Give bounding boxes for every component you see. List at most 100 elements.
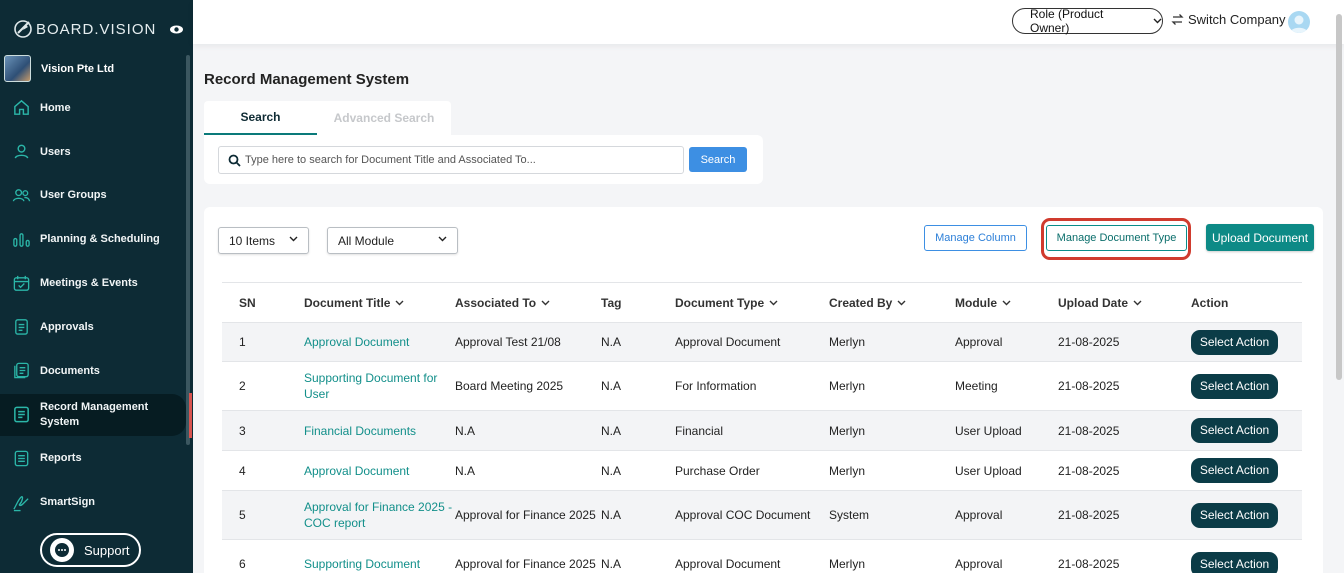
logo-text: BOARD.VISION <box>36 20 157 38</box>
col-associated-to[interactable]: Associated To <box>455 282 601 323</box>
module-select[interactable]: All Module <box>327 227 458 254</box>
sidebar-scrollbar[interactable] <box>186 55 190 445</box>
search-placeholder: Type here to search for Document Title a… <box>245 154 536 166</box>
search-input[interactable]: Type here to search for Document Title a… <box>218 146 684 174</box>
sidebar-item-documents[interactable]: Documents <box>0 349 186 393</box>
support-button[interactable]: Support <box>40 533 141 567</box>
col-module[interactable]: Module <box>955 282 1058 323</box>
cell-module: Approval <box>955 322 1058 362</box>
select-action-button[interactable]: Select Action <box>1191 418 1278 443</box>
select-action-button[interactable]: Select Action <box>1191 458 1278 483</box>
select-action-button[interactable]: Select Action <box>1191 373 1278 399</box>
sidebar-item-reports[interactable]: Reports <box>0 437 186 481</box>
col-upload-date[interactable]: Upload Date <box>1058 282 1191 323</box>
clipboard-icon <box>15 319 28 336</box>
select-action-button[interactable]: Select Action <box>1191 329 1278 355</box>
col-document-type[interactable]: Document Type <box>675 282 829 323</box>
page-title: Record Management System <box>204 71 410 88</box>
table-row: 6 Supporting Document Approval for Finan… <box>222 539 1302 573</box>
company-switcher[interactable]: Vision Pte Ltd <box>4 55 114 82</box>
toggle-visibility-icon[interactable] <box>169 22 184 37</box>
sidebar-item-planning[interactable]: Planning & Scheduling <box>0 217 186 261</box>
cell-sn: 3 <box>222 410 304 451</box>
chevron-down-icon <box>541 300 550 306</box>
sidebar-item-label: Documents <box>40 364 100 377</box>
col-created-by[interactable]: Created By <box>829 282 955 323</box>
swap-icon <box>1171 14 1184 25</box>
record-icon <box>14 406 29 423</box>
sidebar-item-smartsign[interactable]: SmartSign <box>0 480 186 524</box>
sidebar-item-record-management[interactable]: Record Management System <box>0 393 186 436</box>
role-dropdown[interactable]: Role (Product Owner) <box>1012 7 1163 35</box>
cell-sn: 4 <box>222 450 304 491</box>
sidebar-item-label: Home <box>40 101 71 114</box>
table-header-row: SN Document Title Associated To Tag Docu… <box>222 282 1302 323</box>
sidebar-item-approvals[interactable]: Approvals <box>0 305 186 349</box>
chevron-down-icon <box>769 300 778 306</box>
page-scrollbar[interactable] <box>1336 14 1342 380</box>
cell-action: Select Action <box>1191 450 1302 491</box>
sidebar-item-user-groups[interactable]: User Groups <box>0 174 186 218</box>
sidebar: BOARD.VISION Vision Pte Ltd Home Users U… <box>0 0 193 573</box>
sidebar-active-marker <box>189 393 192 438</box>
cell-document-title[interactable]: Approval Document <box>304 450 455 491</box>
sidebar-item-label: SmartSign <box>40 496 96 509</box>
col-label: Document Type <box>675 295 765 310</box>
cell-associated-to: Approval Test 21/08 <box>455 322 601 362</box>
user-avatar[interactable] <box>1288 11 1310 33</box>
col-label: Tag <box>601 295 622 310</box>
cell-upload-date: 21-08-2025 <box>1058 450 1191 491</box>
logo-icon <box>14 20 32 38</box>
cell-tag: N.A <box>601 322 675 362</box>
chat-icon <box>50 538 74 562</box>
items-per-page-select[interactable]: 10 Items <box>218 227 309 254</box>
col-label: Upload Date <box>1058 295 1129 310</box>
cell-document-title[interactable]: Approval Document <box>304 322 455 362</box>
sidebar-item-home[interactable]: Home <box>0 86 186 130</box>
cell-document-title[interactable]: Supporting Document <box>304 539 455 573</box>
chevron-down-icon <box>395 300 404 306</box>
cell-action: Select Action <box>1191 361 1302 411</box>
sidebar-nav: Home Users User Groups Planning & Schedu… <box>0 86 186 524</box>
col-document-title[interactable]: Document Title <box>304 282 455 323</box>
col-action: Action <box>1191 282 1302 323</box>
items-per-page-value: 10 Items <box>229 233 276 248</box>
switch-company-button[interactable]: Switch Company <box>1171 12 1286 27</box>
search-button[interactable]: Search <box>689 147 747 172</box>
upload-document-button[interactable]: Upload Document <box>1206 224 1314 251</box>
app-logo[interactable]: BOARD.VISION <box>12 16 156 42</box>
cell-document-type: Financial <box>675 410 829 451</box>
manage-document-type-button[interactable]: Manage Document Type <box>1046 225 1187 251</box>
col-label: Created By <box>829 295 893 310</box>
documents-icon <box>14 362 29 379</box>
cell-tag: N.A <box>601 490 675 540</box>
col-label: Associated To <box>455 295 537 310</box>
cell-document-title[interactable]: Approval for Finance 2025 - COC report <box>304 490 455 540</box>
cell-document-title[interactable]: Financial Documents <box>304 410 455 451</box>
search-icon <box>228 154 241 167</box>
table-row: 1 Approval Document Approval Test 21/08 … <box>222 322 1302 362</box>
cell-document-type: Approval COC Document <box>675 490 829 540</box>
cell-upload-date: 21-08-2025 <box>1058 410 1191 451</box>
select-action-button[interactable]: Select Action <box>1191 502 1278 528</box>
sidebar-item-meetings[interactable]: Meetings & Events <box>0 261 186 305</box>
select-action-button[interactable]: Select Action <box>1191 551 1278 573</box>
home-icon <box>14 100 29 116</box>
chevron-down-icon <box>897 300 906 306</box>
chevron-down-icon <box>1002 300 1011 306</box>
cell-module: Approval <box>955 539 1058 573</box>
cell-document-title[interactable]: Supporting Document for User <box>304 361 455 411</box>
sidebar-item-users[interactable]: Users <box>0 130 186 174</box>
calendar-icon <box>13 275 30 291</box>
cell-tag: N.A <box>601 410 675 451</box>
module-value: All Module <box>338 233 395 248</box>
user-icon <box>14 144 29 159</box>
cell-document-type: For Information <box>675 361 829 411</box>
company-name: Vision Pte Ltd <box>41 62 115 75</box>
manage-column-button[interactable]: Manage Column <box>924 225 1027 251</box>
cell-tag: N.A <box>601 361 675 411</box>
report-icon <box>14 450 29 467</box>
chevron-down-icon <box>1153 18 1162 24</box>
tab-advanced-search[interactable]: Advanced Search <box>317 101 451 135</box>
tab-search[interactable]: Search <box>204 101 317 135</box>
